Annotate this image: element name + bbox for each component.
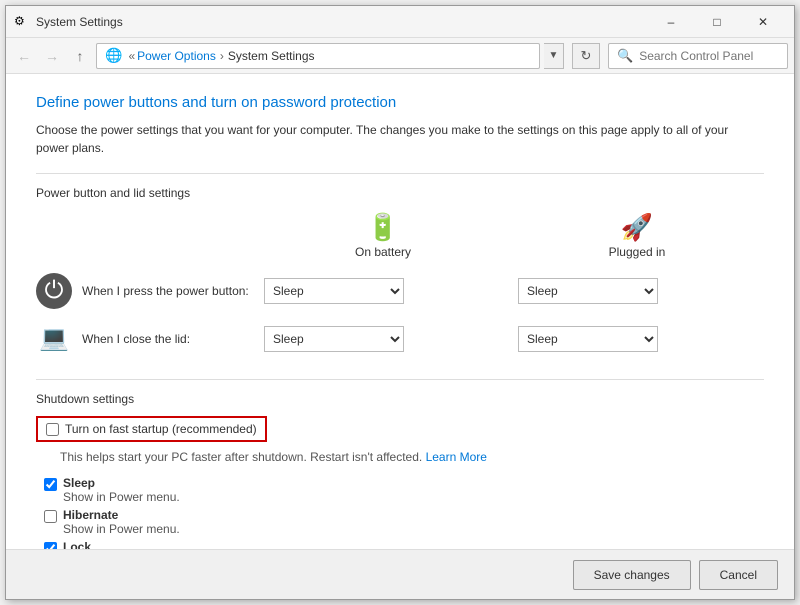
lock-label[interactable]: Lock bbox=[63, 540, 227, 549]
learn-more-link[interactable]: Learn More bbox=[426, 450, 487, 464]
window-controls: – □ ✕ bbox=[648, 6, 786, 38]
search-icon: 🔍 bbox=[617, 48, 633, 64]
table-row-lid: 💻 When I close the lid: Sleep Hibernate … bbox=[36, 315, 764, 363]
power-button-icon: ⏻ bbox=[36, 273, 72, 309]
save-changes-button[interactable]: Save changes bbox=[573, 560, 691, 590]
power-options-link[interactable]: Power Options bbox=[137, 49, 216, 63]
lid-label: When I close the lid: bbox=[82, 332, 190, 346]
address-path[interactable]: 🌐 « Power Options › System Settings bbox=[96, 43, 540, 69]
minimize-button[interactable]: – bbox=[648, 6, 694, 38]
plug-icon: 🚀 bbox=[510, 212, 764, 243]
close-button[interactable]: ✕ bbox=[740, 6, 786, 38]
cancel-button[interactable]: Cancel bbox=[699, 560, 778, 590]
column-battery-header: 🔋 On battery bbox=[256, 212, 510, 267]
lock-content: Lock Show in account picture menu. bbox=[63, 540, 227, 549]
hibernate-desc: Show in Power menu. bbox=[63, 522, 180, 536]
address-dropdown-button[interactable]: ▼ bbox=[544, 43, 564, 69]
page-heading: Define power buttons and turn on passwor… bbox=[36, 94, 764, 111]
shutdown-divider bbox=[36, 379, 764, 380]
up-button[interactable]: ↑ bbox=[68, 44, 92, 68]
fast-startup-checkbox[interactable] bbox=[46, 423, 59, 436]
main-content: Define power buttons and turn on passwor… bbox=[6, 74, 794, 549]
search-box: 🔍 bbox=[608, 43, 788, 69]
sleep-row: Sleep Show in Power menu. bbox=[44, 476, 764, 504]
lid-battery-select[interactable]: Sleep Hibernate Shut down Do nothing bbox=[264, 326, 404, 352]
search-input[interactable] bbox=[639, 49, 794, 63]
breadcrumb-arrow: › bbox=[220, 49, 224, 63]
window-title: System Settings bbox=[36, 15, 648, 29]
system-settings-link: System Settings bbox=[228, 49, 315, 63]
footer: Save changes Cancel bbox=[6, 549, 794, 599]
sleep-checkbox[interactable] bbox=[44, 478, 57, 491]
fast-startup-label[interactable]: Turn on fast startup (recommended) bbox=[65, 422, 257, 436]
power-button-plugged-cell: Sleep Hibernate Shut down Do nothing bbox=[510, 267, 764, 315]
fast-startup-highlight: Turn on fast startup (recommended) bbox=[36, 416, 267, 442]
power-button-battery-select[interactable]: Sleep Hibernate Shut down Do nothing bbox=[264, 278, 404, 304]
hibernate-label[interactable]: Hibernate bbox=[63, 508, 180, 522]
table-row-power-button: ⏻ When I press the power button: Sleep H… bbox=[36, 267, 764, 315]
lock-checkbox[interactable] bbox=[44, 542, 57, 549]
shutdown-section: Shutdown settings Turn on fast startup (… bbox=[36, 392, 764, 549]
shutdown-section-title: Shutdown settings bbox=[36, 392, 764, 406]
power-button-battery-cell: Sleep Hibernate Shut down Do nothing bbox=[256, 267, 510, 315]
fast-startup-description: This helps start your PC faster after sh… bbox=[60, 448, 764, 466]
section-divider bbox=[36, 173, 764, 174]
battery-icon: 🔋 bbox=[256, 212, 510, 243]
lid-battery-cell: Sleep Hibernate Shut down Do nothing bbox=[256, 315, 510, 363]
sleep-label[interactable]: Sleep bbox=[63, 476, 180, 490]
lid-icon: 💻 bbox=[36, 321, 72, 357]
hibernate-content: Hibernate Show in Power menu. bbox=[63, 508, 180, 536]
hibernate-checkbox[interactable] bbox=[44, 510, 57, 523]
back-button[interactable]: ← bbox=[12, 44, 36, 68]
lid-plugged-select[interactable]: Sleep Hibernate Shut down Do nothing bbox=[518, 326, 658, 352]
sleep-desc: Show in Power menu. bbox=[63, 490, 180, 504]
lid-plugged-cell: Sleep Hibernate Shut down Do nothing bbox=[510, 315, 764, 363]
power-button-plugged-select[interactable]: Sleep Hibernate Shut down Do nothing bbox=[518, 278, 658, 304]
forward-button[interactable]: → bbox=[40, 44, 64, 68]
breadcrumb-sep1: « bbox=[128, 49, 135, 63]
hibernate-row: Hibernate Show in Power menu. bbox=[44, 508, 764, 536]
column-plugged-header: 🚀 Plugged in bbox=[510, 212, 764, 267]
refresh-button[interactable]: ↻ bbox=[572, 43, 600, 69]
address-bar: ← → ↑ 🌐 « Power Options › System Setting… bbox=[6, 38, 794, 74]
window-icon: ⚙ bbox=[14, 14, 30, 30]
main-window: ⚙ System Settings – □ ✕ ← → ↑ 🌐 « Power … bbox=[5, 5, 795, 600]
lock-row: Lock Show in account picture menu. bbox=[44, 540, 764, 549]
power-button-label: When I press the power button: bbox=[82, 284, 249, 298]
page-description: Choose the power settings that you want … bbox=[36, 121, 764, 157]
sleep-content: Sleep Show in Power menu. bbox=[63, 476, 180, 504]
maximize-button[interactable]: □ bbox=[694, 6, 740, 38]
breadcrumb-globe-icon: 🌐 bbox=[105, 47, 122, 64]
power-settings-section-title: Power button and lid settings bbox=[36, 186, 764, 200]
title-bar: ⚙ System Settings – □ ✕ bbox=[6, 6, 794, 38]
power-settings-table: 🔋 On battery 🚀 Plugged in ⏻ When I press… bbox=[36, 212, 764, 363]
